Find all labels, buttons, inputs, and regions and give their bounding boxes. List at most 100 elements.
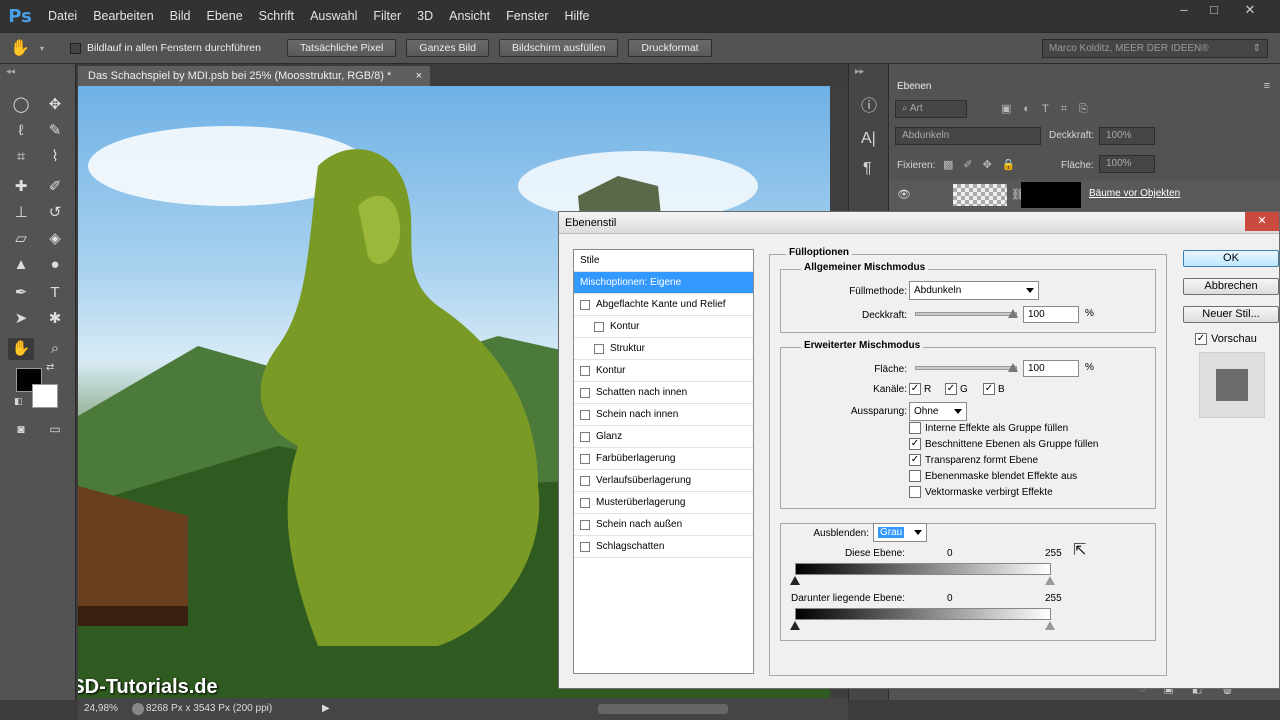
- this-layer-black-thumb[interactable]: [790, 576, 800, 585]
- opacity-slider[interactable]: [915, 312, 1017, 316]
- background-color-swatch[interactable]: [32, 384, 58, 408]
- panel-menu-icon[interactable]: ≡: [1264, 80, 1270, 92]
- style-row[interactable]: Schein nach innen: [574, 404, 753, 426]
- close-window-button[interactable]: ✕: [1236, 2, 1264, 20]
- layer-opacity-field[interactable]: 100%: [1099, 127, 1155, 145]
- paint-bucket-tool-icon[interactable]: ◈: [42, 228, 68, 250]
- this-layer-white-thumb[interactable]: [1045, 576, 1055, 585]
- layers-panel-tab[interactable]: Ebenen: [889, 78, 939, 96]
- marquee-tool-icon[interactable]: ◯: [8, 94, 34, 116]
- menu-item-7[interactable]: 3D: [409, 9, 441, 23]
- default-colors-icon[interactable]: ◧: [14, 396, 23, 407]
- style-checkbox[interactable]: [580, 542, 590, 552]
- advanced-option-checkbox[interactable]: [909, 470, 921, 482]
- style-row[interactable]: Glanz: [574, 426, 753, 448]
- scroll-all-windows-checkbox[interactable]: [70, 42, 81, 54]
- menu-item-5[interactable]: Auswahl: [302, 9, 365, 23]
- advanced-option-checkbox[interactable]: ✓: [909, 438, 921, 450]
- style-checkbox[interactable]: [580, 454, 590, 464]
- knockout-select[interactable]: Ohne: [909, 402, 967, 421]
- fill-screen-button[interactable]: Bildschirm ausfüllen: [499, 39, 619, 57]
- style-row[interactable]: Kontur: [574, 316, 753, 338]
- layer-filter-icons[interactable]: ▣◐T⌗⎘: [1001, 102, 1100, 116]
- hand-tool-icon[interactable]: ✋: [8, 338, 34, 360]
- style-checkbox[interactable]: [580, 432, 590, 442]
- workspace-select[interactable]: Marco Kolditz, MEER DER IDEEN® ⇕: [1042, 39, 1268, 58]
- layer-blend-mode-select[interactable]: Abdunkeln: [895, 127, 1041, 145]
- type-tool-icon[interactable]: T: [42, 282, 68, 304]
- fill-slider-thumb[interactable]: [1008, 363, 1018, 372]
- expand-panels-icon[interactable]: ▸▸: [855, 66, 864, 77]
- blur-tool-icon[interactable]: ▲: [8, 254, 34, 276]
- style-checkbox[interactable]: [594, 322, 604, 332]
- close-document-icon[interactable]: ×: [416, 66, 422, 86]
- print-size-button[interactable]: Druckformat: [628, 39, 712, 57]
- style-row[interactable]: Kontur: [574, 360, 753, 382]
- style-checkbox[interactable]: [580, 388, 590, 398]
- menu-item-3[interactable]: Ebene: [199, 9, 251, 23]
- style-checkbox[interactable]: [580, 366, 590, 376]
- character-panel-icon[interactable]: A|: [861, 130, 876, 148]
- path-selection-tool-icon[interactable]: ➤: [8, 308, 34, 330]
- tool-preset-dropdown-icon[interactable]: ▾: [40, 44, 70, 53]
- advanced-option-checkbox[interactable]: [909, 486, 921, 498]
- hand-tool-icon[interactable]: ✋: [0, 38, 40, 58]
- layer-name[interactable]: Bäume vor Objekten: [1089, 188, 1180, 199]
- new-style-button[interactable]: Neuer Stil...: [1183, 306, 1279, 323]
- menu-item-4[interactable]: Schrift: [251, 9, 302, 23]
- paragraph-panel-icon[interactable]: ¶: [863, 160, 872, 178]
- style-row[interactable]: Schein nach außen: [574, 514, 753, 536]
- style-row[interactable]: Mischoptionen: Eigene: [574, 272, 753, 294]
- channel-b-checkbox[interactable]: ✓: [983, 383, 995, 395]
- style-row[interactable]: Abgeflachte Kante und Relief: [574, 294, 753, 316]
- menu-item-10[interactable]: Hilfe: [557, 9, 598, 23]
- eraser-tool-icon[interactable]: ▱: [8, 228, 34, 250]
- channel-r-checkbox[interactable]: ✓: [909, 383, 921, 395]
- crop-tool-icon[interactable]: ⌗: [8, 146, 34, 168]
- menu-item-9[interactable]: Fenster: [498, 9, 556, 23]
- move-tool-icon[interactable]: ✥: [42, 94, 68, 116]
- opacity-slider-thumb[interactable]: [1008, 309, 1018, 318]
- style-checkbox[interactable]: [580, 520, 590, 530]
- advanced-option-checkbox[interactable]: ✓: [909, 454, 921, 466]
- menu-item-0[interactable]: Datei: [40, 9, 85, 23]
- styles-header[interactable]: Stile: [574, 250, 753, 272]
- layer-row[interactable]: 👁 ⛓ Bäume vor Objekten: [889, 180, 1280, 210]
- quick-selection-tool-icon[interactable]: ✎: [42, 120, 68, 142]
- layer-fill-field[interactable]: 100%: [1099, 155, 1155, 173]
- status-arrow-icon[interactable]: ▶: [322, 698, 330, 720]
- history-brush-tool-icon[interactable]: ↺: [42, 202, 68, 224]
- channel-g-checkbox[interactable]: ✓: [945, 383, 957, 395]
- opacity-input[interactable]: 100: [1023, 306, 1079, 323]
- eyedropper-tool-icon[interactable]: ⌇: [42, 146, 68, 168]
- blend-mode-select[interactable]: Abdunkeln: [909, 281, 1039, 300]
- fill-input[interactable]: 100: [1023, 360, 1079, 377]
- clone-stamp-tool-icon[interactable]: ⊥: [8, 202, 34, 224]
- zoom-level[interactable]: 24,98%: [84, 698, 118, 720]
- style-row[interactable]: Verlaufsüberlagerung: [574, 470, 753, 492]
- style-checkbox[interactable]: [580, 498, 590, 508]
- quick-mask-icon[interactable]: ◙: [8, 418, 34, 440]
- style-checkbox[interactable]: [580, 476, 590, 486]
- info-panel-icon[interactable]: ⓘ: [861, 92, 877, 116]
- lasso-tool-icon[interactable]: ℓ: [8, 120, 34, 142]
- status-menu-icon[interactable]: [132, 703, 144, 715]
- layer-filter-select[interactable]: ⌕ Art: [895, 100, 967, 118]
- style-row[interactable]: Schlagschatten: [574, 536, 753, 558]
- maximize-button[interactable]: □: [1200, 2, 1228, 20]
- advanced-option-checkbox[interactable]: [909, 422, 921, 434]
- menu-item-6[interactable]: Filter: [365, 9, 409, 23]
- brush-tool-icon[interactable]: ✐: [42, 176, 68, 198]
- screen-mode-icon[interactable]: ▭: [42, 418, 68, 440]
- horizontal-scroll-thumb[interactable]: [598, 704, 728, 714]
- document-tab[interactable]: Das Schachspiel by MDI.psb bei 25% (Moos…: [78, 66, 430, 86]
- custom-shape-tool-icon[interactable]: ✱: [42, 308, 68, 330]
- fit-screen-button[interactable]: Ganzes Bild: [406, 39, 490, 57]
- style-row[interactable]: Farbüberlagerung: [574, 448, 753, 470]
- pen-tool-icon[interactable]: ✒: [8, 282, 34, 304]
- blend-if-select[interactable]: Grau: [873, 523, 927, 542]
- cancel-button[interactable]: Abbrechen: [1183, 278, 1279, 295]
- actual-pixels-button[interactable]: Tatsächliche Pixel: [286, 39, 397, 57]
- minimize-button[interactable]: –: [1170, 2, 1198, 20]
- menu-item-2[interactable]: Bild: [162, 9, 199, 23]
